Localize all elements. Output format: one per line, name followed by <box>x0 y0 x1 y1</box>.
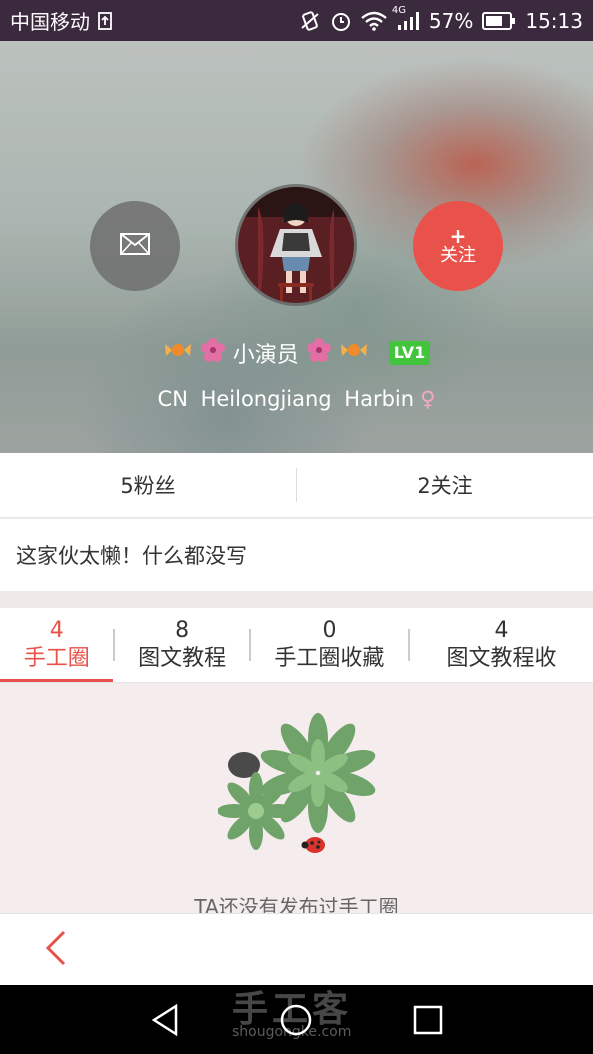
triangle-back-icon <box>148 1003 184 1042</box>
battery-icon <box>482 11 516 30</box>
bio: 这家伙太懒！什么都没写 <box>0 519 593 591</box>
avatar[interactable] <box>235 184 357 306</box>
square-recents-icon <box>410 1005 446 1042</box>
tab-label: 图文教程收 <box>446 646 557 671</box>
tab-label: 手工圈 <box>23 646 90 671</box>
stats-bar: 5粉丝 2关注 <box>0 453 593 518</box>
candy-icon <box>163 339 193 367</box>
username: 小演员 <box>232 343 299 368</box>
chevron-left-icon <box>44 930 68 970</box>
content-tabs: 4 手工圈 8 图文教程 0 手工圈收藏 4 图文教程收 <box>0 608 593 683</box>
location-row: CN Heilongjiang Harbin ♀ <box>0 387 593 411</box>
tab-count: 0 <box>322 618 337 643</box>
plus-icon: + <box>449 224 467 248</box>
vibrate-icon <box>299 10 321 32</box>
name-row: 小演员 LV1 <box>0 337 593 369</box>
follow-button[interactable]: + 关注 <box>413 201 503 291</box>
carrier-label: 中国移动 <box>10 10 90 34</box>
profile-header: + 关注 小演员 LV1 CN Heilongjiang Harbin ♀ <box>0 41 593 453</box>
envelope-icon <box>120 233 150 259</box>
tab-handcraft-circle[interactable]: 4 手工圈 <box>0 608 114 682</box>
message-button[interactable] <box>90 201 180 291</box>
content-area: TA还没有发布过手工圈 <box>0 683 593 919</box>
bottom-bar <box>0 913 593 985</box>
tab-tutorial-favorites[interactable]: 4 图文教程收 <box>410 608 593 682</box>
back-button[interactable] <box>38 930 74 970</box>
battery-percent: 57% <box>428 8 474 33</box>
candy-icon <box>339 339 369 367</box>
watermark-url: shougongke.com <box>232 1024 352 1040</box>
tab-tutorials[interactable]: 8 图文教程 <box>115 608 249 682</box>
succulent-illustration <box>217 703 378 867</box>
tab-count: 8 <box>175 618 190 643</box>
nav-recents-button[interactable] <box>410 1002 446 1038</box>
tab-circle-favorites[interactable]: 0 手工圈收藏 <box>251 608 408 682</box>
avatar-photo <box>238 187 354 303</box>
tab-count: 4 <box>494 618 509 643</box>
following-count[interactable]: 2关注 <box>297 453 593 517</box>
cellular-signal-icon: 4G <box>392 5 420 31</box>
wifi-icon <box>361 11 387 31</box>
upload-notification-icon <box>98 11 112 30</box>
flower-icon <box>306 338 331 368</box>
female-icon: ♀ <box>420 387 436 411</box>
level-badge: LV1 <box>388 341 431 365</box>
clock: 15:13 <box>525 8 583 33</box>
tab-label: 手工圈收藏 <box>274 646 385 671</box>
flower-icon <box>200 338 225 368</box>
alarm-icon <box>330 10 352 32</box>
follow-label: 关注 <box>440 245 476 266</box>
nav-back-button[interactable] <box>148 1002 184 1038</box>
location-text: CN Heilongjiang Harbin <box>157 387 415 411</box>
status-bar: 中国移动 4G 57% 15:13 <box>0 0 593 41</box>
fans-count[interactable]: 5粉丝 <box>0 453 296 517</box>
tab-label: 图文教程 <box>138 646 227 671</box>
tab-count: 4 <box>49 618 64 643</box>
